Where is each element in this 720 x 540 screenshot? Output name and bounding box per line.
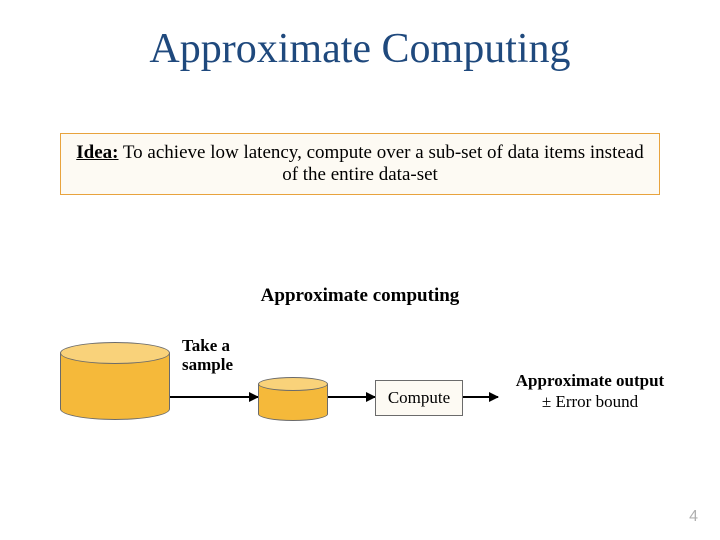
take-sample-label: Take a sample [182,337,252,374]
slide-title: Approximate Computing [0,0,720,73]
idea-callout: Idea: To achieve low latency, compute ov… [60,133,660,195]
arrow-to-compute-icon [328,396,375,398]
approximate-computing-diagram: Take a sample Compute Approximate output… [0,312,720,482]
output-line1: Approximate output [500,370,680,391]
section-heading: Approximate computing [0,285,720,307]
idea-text: To achieve low latency, compute over a s… [119,142,644,185]
output-line2: ± Error bound [500,391,680,412]
arrow-sample-icon [170,396,258,398]
sample-cylinder-icon [258,377,328,421]
output-label: Approximate output ± Error bound [500,370,680,413]
page-number: 4 [689,508,698,526]
idea-label: Idea: [76,142,118,163]
compute-box: Compute [375,380,463,416]
full-dataset-cylinder-icon [60,342,170,420]
arrow-to-output-icon [463,396,498,398]
